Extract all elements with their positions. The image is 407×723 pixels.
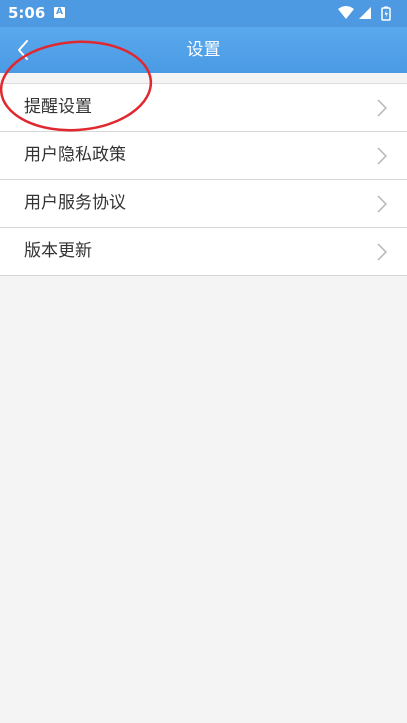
status-bar: 5:06 A (0, 0, 407, 27)
wifi-icon (338, 6, 354, 19)
settings-menu: 提醒设置 用户隐私政策 用户服务协议 版本更新 (0, 83, 407, 276)
menu-item-reminder-settings[interactable]: 提醒设置 (0, 84, 407, 132)
status-time: 5:06 (8, 4, 46, 22)
notification-icon-label: A (56, 7, 63, 17)
menu-item-label: 提醒设置 (24, 97, 92, 117)
menu-item-version-update[interactable]: 版本更新 (0, 228, 407, 276)
app-bar: 设置 (0, 27, 407, 73)
menu-item-privacy-policy[interactable]: 用户隐私政策 (0, 132, 407, 180)
chevron-right-icon (377, 99, 387, 117)
menu-item-label: 版本更新 (24, 241, 92, 261)
battery-icon (381, 6, 391, 21)
menu-item-service-agreement[interactable]: 用户服务协议 (0, 180, 407, 228)
chevron-right-icon (377, 243, 387, 261)
chevron-left-icon (18, 40, 28, 60)
back-button[interactable] (8, 33, 42, 67)
chevron-right-icon (377, 195, 387, 213)
menu-item-label: 用户隐私政策 (24, 145, 126, 165)
screen: 5:06 A 设置 提醒设置 用户隐私政策 用户服务协议 版本更新 (0, 0, 407, 723)
page-title: 设置 (186, 40, 221, 60)
signal-icon (359, 7, 371, 19)
notification-icon: A (54, 7, 65, 18)
status-icons (338, 6, 391, 21)
chevron-right-icon (377, 147, 387, 165)
menu-item-label: 用户服务协议 (24, 193, 126, 213)
